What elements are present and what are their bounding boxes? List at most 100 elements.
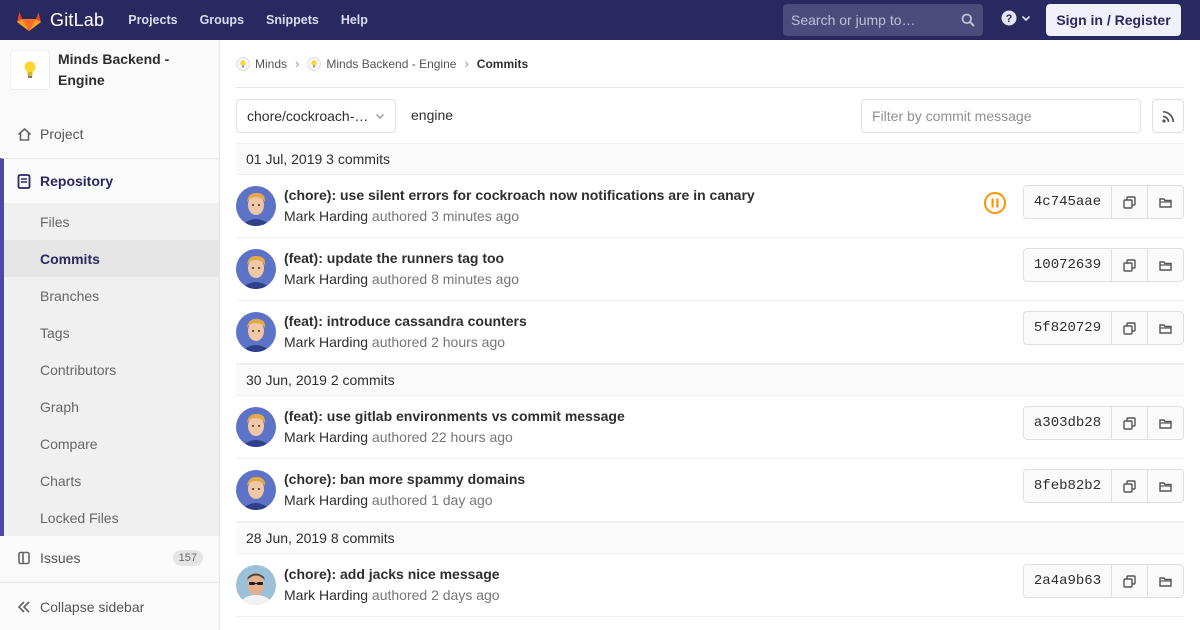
commit-sha-button[interactable]: a303db28 xyxy=(1023,406,1112,440)
commit-title-link[interactable]: (feat): update the runners tag too xyxy=(284,250,504,266)
breadcrumb-group-label: Minds xyxy=(255,56,288,71)
sidebar-item-tags[interactable]: Tags xyxy=(4,314,219,351)
sidebar-item-issues[interactable]: Issues 157 xyxy=(0,536,219,580)
commit-time: 3 minutes ago xyxy=(431,208,520,224)
sidebar-item-graph[interactable]: Graph xyxy=(4,388,219,425)
commit-title-link[interactable]: (feat): introduce cassandra counters xyxy=(284,313,527,329)
breadcrumb-separator-icon: › xyxy=(295,56,300,71)
commit-time: 2 days ago xyxy=(431,587,500,603)
folder-icon xyxy=(1159,575,1172,588)
commit-author-link[interactable]: Mark Harding xyxy=(284,587,368,603)
sidebar-item-branches[interactable]: Branches xyxy=(4,277,219,314)
commit-sha-button[interactable]: 4c745aae xyxy=(1023,185,1112,219)
commit-row: (feat): introduce cassandra counters Mark… xyxy=(236,301,1184,364)
author-avatar[interactable] xyxy=(236,470,276,510)
browse-files-button[interactable] xyxy=(1147,406,1184,440)
browse-files-button[interactable] xyxy=(1147,564,1184,598)
gitlab-logo-icon xyxy=(17,12,41,31)
commit-sha-button[interactable]: 5f820729 xyxy=(1023,311,1112,345)
commit-day-header: 01 Jul, 2019 3 commits xyxy=(236,143,1184,175)
collapse-sidebar-label: Collapse sidebar xyxy=(40,598,145,615)
copy-sha-button[interactable] xyxy=(1111,248,1148,282)
sidebar-item-commits[interactable]: Commits xyxy=(4,240,219,277)
sidebar-item-repository[interactable]: Repository xyxy=(4,159,219,203)
folder-icon xyxy=(1159,480,1172,493)
breadcrumb-project[interactable]: Minds Backend - Engine xyxy=(307,56,456,71)
commits-toolbar: chore/cockroach-… engine xyxy=(236,88,1184,143)
search-icon xyxy=(961,13,975,27)
copy-icon xyxy=(1123,195,1136,209)
gitlab-home-link[interactable]: GitLab xyxy=(16,0,104,40)
rss-feed-button[interactable] xyxy=(1152,99,1184,133)
sidebar-project-header[interactable]: Minds Backend - Engine xyxy=(0,40,219,100)
author-avatar[interactable] xyxy=(236,186,276,226)
nav-link-help[interactable]: Help xyxy=(341,13,368,27)
folder-icon xyxy=(1159,322,1172,335)
issues-icon xyxy=(16,550,32,566)
sidebar-item-locked-files[interactable]: Locked Files xyxy=(4,499,219,536)
sidebar-item-project[interactable]: Project xyxy=(0,110,219,158)
author-avatar[interactable] xyxy=(236,249,276,289)
project-avatar xyxy=(10,50,50,90)
breadcrumb-group[interactable]: Minds xyxy=(236,56,288,71)
nav-link-groups[interactable]: Groups xyxy=(200,13,244,27)
commit-author-link[interactable]: Mark Harding xyxy=(284,429,368,445)
commit-sha-button[interactable]: 2a4a9b63 xyxy=(1023,564,1112,598)
author-avatar[interactable] xyxy=(236,565,276,605)
filter-commit-message-input[interactable] xyxy=(861,99,1141,133)
commit-title-link[interactable]: (feat): use gitlab environments vs commi… xyxy=(284,408,625,424)
sidebar-item-compare[interactable]: Compare xyxy=(4,425,219,462)
chevron-down-icon xyxy=(376,114,384,119)
nav-link-projects[interactable]: Projects xyxy=(128,13,177,27)
collapse-sidebar-button[interactable]: Collapse sidebar xyxy=(0,582,219,630)
pipeline-paused-status-icon[interactable] xyxy=(983,191,1007,215)
sidebar-item-contributors[interactable]: Contributors xyxy=(4,351,219,388)
author-avatar[interactable] xyxy=(236,407,276,447)
copy-icon xyxy=(1123,574,1136,588)
browse-files-button[interactable] xyxy=(1147,311,1184,345)
commit-author-link[interactable]: Mark Harding xyxy=(284,334,368,350)
commit-day-header: 28 Jun, 2019 8 commits xyxy=(236,522,1184,554)
commit-row: (chore): ban more spammy domains Mark Har… xyxy=(236,459,1184,522)
commit-author-link[interactable]: Mark Harding xyxy=(284,271,368,287)
browse-files-button[interactable] xyxy=(1147,185,1184,219)
author-avatar[interactable] xyxy=(236,312,276,352)
sidebar-repository-section: Repository Files Commits Branches Tags Contr… xyxy=(0,158,219,536)
help-dropdown[interactable]: ? xyxy=(1001,10,1031,26)
commit-meta: Mark Harding authored 2 days ago xyxy=(284,587,500,603)
copy-icon xyxy=(1123,416,1136,430)
home-icon xyxy=(16,126,32,142)
browse-files-button[interactable] xyxy=(1147,469,1184,503)
lightbulb-icon xyxy=(307,56,322,71)
commit-meta: Mark Harding authored 2 hours ago xyxy=(284,334,505,350)
commit-author-link[interactable]: Mark Harding xyxy=(284,492,368,508)
commit-time: 1 day ago xyxy=(431,492,493,508)
copy-sha-button[interactable] xyxy=(1111,406,1148,440)
sidebar-item-files[interactable]: Files xyxy=(4,203,219,240)
commit-title-link[interactable]: (chore): ban more spammy domains xyxy=(284,471,525,487)
copy-sha-button[interactable] xyxy=(1111,311,1148,345)
chevron-down-icon xyxy=(1021,15,1031,22)
nav-link-snippets[interactable]: Snippets xyxy=(266,13,319,27)
branch-selector[interactable]: chore/cockroach-… xyxy=(236,99,396,133)
sidebar-item-charts[interactable]: Charts xyxy=(4,462,219,499)
copy-sha-button[interactable] xyxy=(1111,564,1148,598)
breadcrumb-current: Commits xyxy=(476,56,529,71)
commit-sha-button[interactable]: 10072639 xyxy=(1023,248,1112,282)
commit-title-link[interactable]: (chore): add jacks nice message xyxy=(284,566,500,582)
commit-list: 01 Jul, 2019 3 commits (chore): use silen… xyxy=(236,143,1184,617)
sign-in-register-button[interactable]: Sign in / Register xyxy=(1046,4,1181,36)
copy-icon xyxy=(1123,258,1136,272)
copy-icon xyxy=(1123,321,1136,335)
sidebar-item-label: Issues xyxy=(40,550,81,566)
sidebar-item-label: Project xyxy=(40,126,84,142)
commit-author-link[interactable]: Mark Harding xyxy=(284,208,368,224)
search-input[interactable]: Search or jump to… xyxy=(783,4,983,36)
folder-icon xyxy=(1159,196,1172,209)
commit-authored-label: authored xyxy=(371,271,428,287)
commit-sha-button[interactable]: 8feb82b2 xyxy=(1023,469,1112,503)
commit-title-link[interactable]: (chore): use silent errors for cockroach… xyxy=(284,187,755,203)
copy-sha-button[interactable] xyxy=(1111,469,1148,503)
copy-sha-button[interactable] xyxy=(1111,185,1148,219)
browse-files-button[interactable] xyxy=(1147,248,1184,282)
